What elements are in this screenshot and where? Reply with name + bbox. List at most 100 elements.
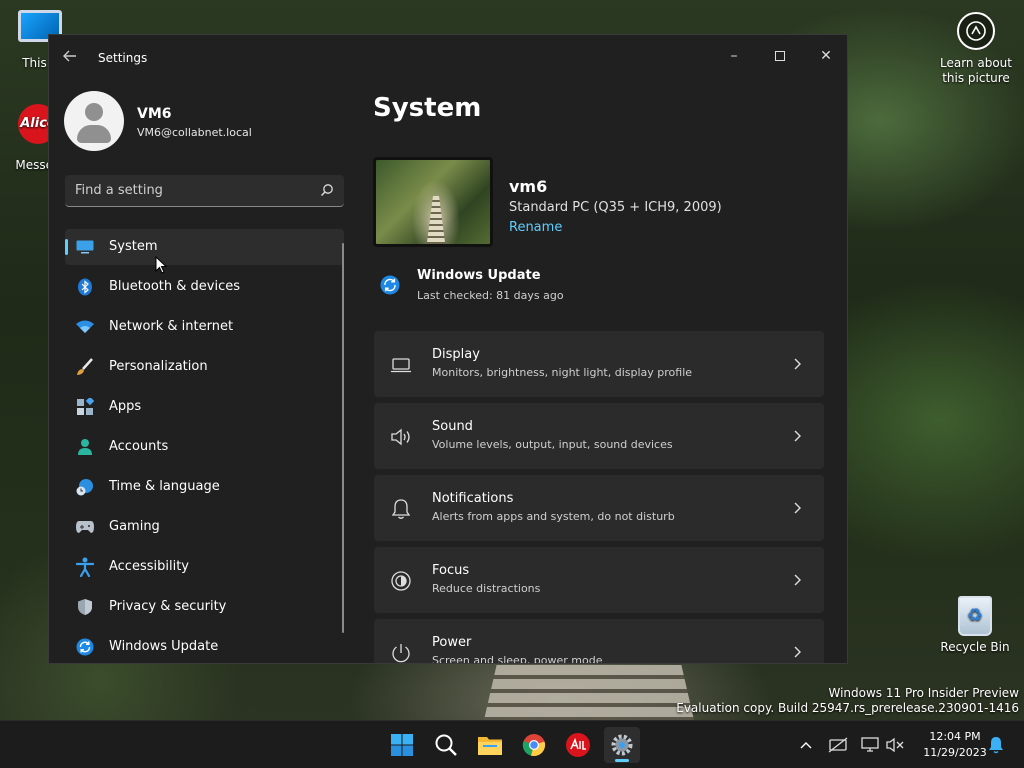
card-title: Power bbox=[432, 635, 472, 650]
avatar-body bbox=[77, 125, 111, 143]
chevron-right-icon bbox=[794, 358, 801, 370]
watermark-line2: Evaluation copy. Build 25947.rs_prerelea… bbox=[676, 701, 1019, 715]
maximize-icon bbox=[775, 51, 785, 61]
card-title: Sound bbox=[432, 419, 473, 434]
card-subtitle: Alerts from apps and system, do not dist… bbox=[432, 510, 675, 523]
sidebar-item-label: Personalization bbox=[109, 359, 208, 374]
windows-update-icon bbox=[380, 275, 400, 295]
card-subtitle: Screen and sleep, power mode bbox=[432, 654, 603, 664]
rename-link[interactable]: Rename bbox=[509, 220, 562, 235]
settings-taskbar-button[interactable] bbox=[604, 727, 640, 763]
tray-volume-button[interactable] bbox=[886, 735, 906, 755]
bluetooth-icon bbox=[75, 277, 95, 297]
messenger-logo-icon bbox=[566, 733, 590, 757]
active-indicator bbox=[615, 759, 629, 762]
windows-update-status: Last checked: 81 days ago bbox=[417, 289, 564, 302]
sidebar-item-time-language[interactable]: Time & language bbox=[65, 469, 344, 505]
avatar-head bbox=[85, 103, 103, 121]
sidebar-item-system[interactable]: System bbox=[65, 229, 344, 265]
sidebar-item-bluetooth[interactable]: Bluetooth & devices bbox=[65, 269, 344, 305]
chrome-button[interactable] bbox=[516, 727, 552, 763]
card-title: Notifications bbox=[432, 491, 514, 506]
speaker-muted-icon bbox=[886, 737, 904, 753]
card-title: Focus bbox=[432, 563, 470, 578]
card-sound[interactable]: Sound Volume levels, output, input, soun… bbox=[374, 403, 824, 469]
sidebar-item-label: Accounts bbox=[109, 439, 169, 454]
bell-icon bbox=[989, 737, 1003, 754]
tray-overflow-button[interactable] bbox=[796, 735, 816, 755]
maximize-button[interactable] bbox=[757, 41, 803, 71]
windows-update-title[interactable]: Windows Update bbox=[417, 268, 541, 283]
sidebar-item-accessibility[interactable]: Accessibility bbox=[65, 549, 344, 585]
apps-icon bbox=[75, 397, 95, 417]
sidebar-item-windows-update[interactable]: Windows Update bbox=[65, 629, 344, 663]
sidebar-item-label: System bbox=[109, 239, 158, 254]
accounts-icon bbox=[75, 437, 95, 457]
title-bar[interactable]: Settings – ✕ bbox=[49, 35, 847, 81]
chevron-right-icon bbox=[794, 430, 801, 442]
card-focus[interactable]: Focus Reduce distractions bbox=[374, 547, 824, 613]
tray-network-button[interactable] bbox=[828, 735, 848, 755]
user-name: VM6 bbox=[137, 106, 172, 122]
tray-display-button[interactable] bbox=[860, 735, 880, 755]
sidebar-item-label: Accessibility bbox=[109, 559, 189, 574]
recycle-bin-icon: ♻ bbox=[958, 596, 992, 636]
search-box[interactable] bbox=[65, 175, 344, 207]
power-icon bbox=[392, 644, 410, 663]
sidebar-scrollbar[interactable] bbox=[342, 243, 344, 633]
taskbar: 12:04 PM 11/29/2023 bbox=[0, 720, 1024, 768]
search-input[interactable] bbox=[75, 175, 305, 205]
evaluation-watermark: Windows 11 Pro Insider Preview Evaluatio… bbox=[676, 686, 1019, 716]
windows-logo-icon bbox=[391, 734, 413, 756]
start-button[interactable] bbox=[384, 727, 420, 763]
shield-icon bbox=[75, 597, 95, 617]
chevron-right-icon bbox=[794, 502, 801, 514]
bell-icon bbox=[391, 499, 411, 519]
sidebar-item-gaming[interactable]: Gaming bbox=[65, 509, 344, 545]
taskbar-clock[interactable]: 12:04 PM 11/29/2023 bbox=[920, 729, 990, 761]
thumbnail-path bbox=[426, 196, 446, 244]
chrome-icon bbox=[522, 734, 546, 757]
network-off-icon bbox=[828, 737, 848, 753]
system-icon bbox=[75, 237, 95, 257]
wifi-icon bbox=[75, 317, 95, 337]
brush-icon bbox=[75, 357, 95, 377]
card-notifications[interactable]: Notifications Alerts from apps and syste… bbox=[374, 475, 824, 541]
recycle-label: Recycle Bin bbox=[940, 640, 1010, 654]
desktop-recycle-bin[interactable]: ♻ Recycle Bin bbox=[940, 596, 1010, 654]
sidebar-item-accounts[interactable]: Accounts bbox=[65, 429, 344, 465]
sidebar-item-label: Time & language bbox=[109, 479, 220, 494]
focus-icon bbox=[391, 571, 411, 591]
back-button[interactable] bbox=[63, 49, 83, 69]
sidebar-item-personalization[interactable]: Personalization bbox=[65, 349, 344, 385]
wallpaper-path bbox=[484, 665, 694, 720]
card-display[interactable]: Display Monitors, brightness, night ligh… bbox=[374, 331, 824, 397]
sidebar-item-apps[interactable]: Apps bbox=[65, 389, 344, 425]
gear-icon bbox=[611, 734, 633, 756]
speaker-icon bbox=[391, 428, 410, 446]
gamepad-icon bbox=[75, 517, 95, 537]
sidebar-item-privacy[interactable]: Privacy & security bbox=[65, 589, 344, 625]
notifications-button[interactable] bbox=[986, 735, 1006, 755]
card-title: Display bbox=[432, 347, 480, 362]
update-icon bbox=[75, 637, 95, 657]
card-power[interactable]: Power Screen and sleep, power mode bbox=[374, 619, 824, 664]
file-explorer-button[interactable] bbox=[472, 727, 508, 763]
close-button[interactable]: ✕ bbox=[803, 41, 847, 71]
mouse-cursor-icon bbox=[155, 256, 167, 274]
minimize-button[interactable]: – bbox=[711, 41, 757, 71]
card-subtitle: Reduce distractions bbox=[432, 582, 541, 595]
back-arrow-icon bbox=[63, 50, 76, 62]
messenger-taskbar-button[interactable] bbox=[560, 727, 596, 763]
page-title: System bbox=[373, 93, 482, 123]
device-name: vm6 bbox=[509, 177, 548, 196]
sidebar-item-label: Privacy & security bbox=[109, 599, 227, 614]
globe-clock-icon bbox=[75, 477, 95, 497]
search-taskbar-button[interactable] bbox=[428, 727, 464, 763]
sidebar-item-network[interactable]: Network & internet bbox=[65, 309, 344, 345]
chevron-up-icon bbox=[800, 742, 812, 749]
card-subtitle: Volume levels, output, input, sound devi… bbox=[432, 438, 673, 451]
learn-about-picture[interactable]: Learn about this picture bbox=[936, 12, 1016, 86]
avatar[interactable] bbox=[64, 91, 124, 151]
folder-icon bbox=[478, 737, 502, 755]
